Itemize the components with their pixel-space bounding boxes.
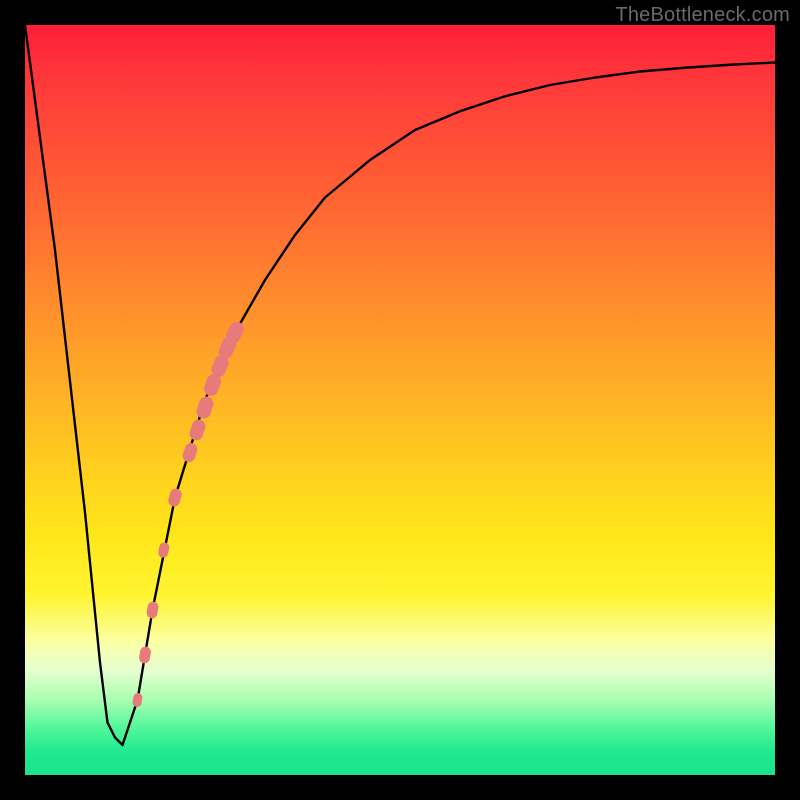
curve-marker [138,646,151,664]
curve-markers [132,319,247,707]
curve-marker [195,395,216,421]
curve-marker [188,418,207,442]
curve-marker [167,487,183,508]
bottleneck-curve [25,25,775,745]
chart-frame: TheBottleneck.com [0,0,800,800]
curve-marker [157,541,170,558]
curve-marker [132,692,143,707]
curve-marker [181,441,199,464]
chart-overlay [25,25,775,775]
watermark-text: TheBottleneck.com [615,4,790,27]
curve-marker [146,601,160,619]
